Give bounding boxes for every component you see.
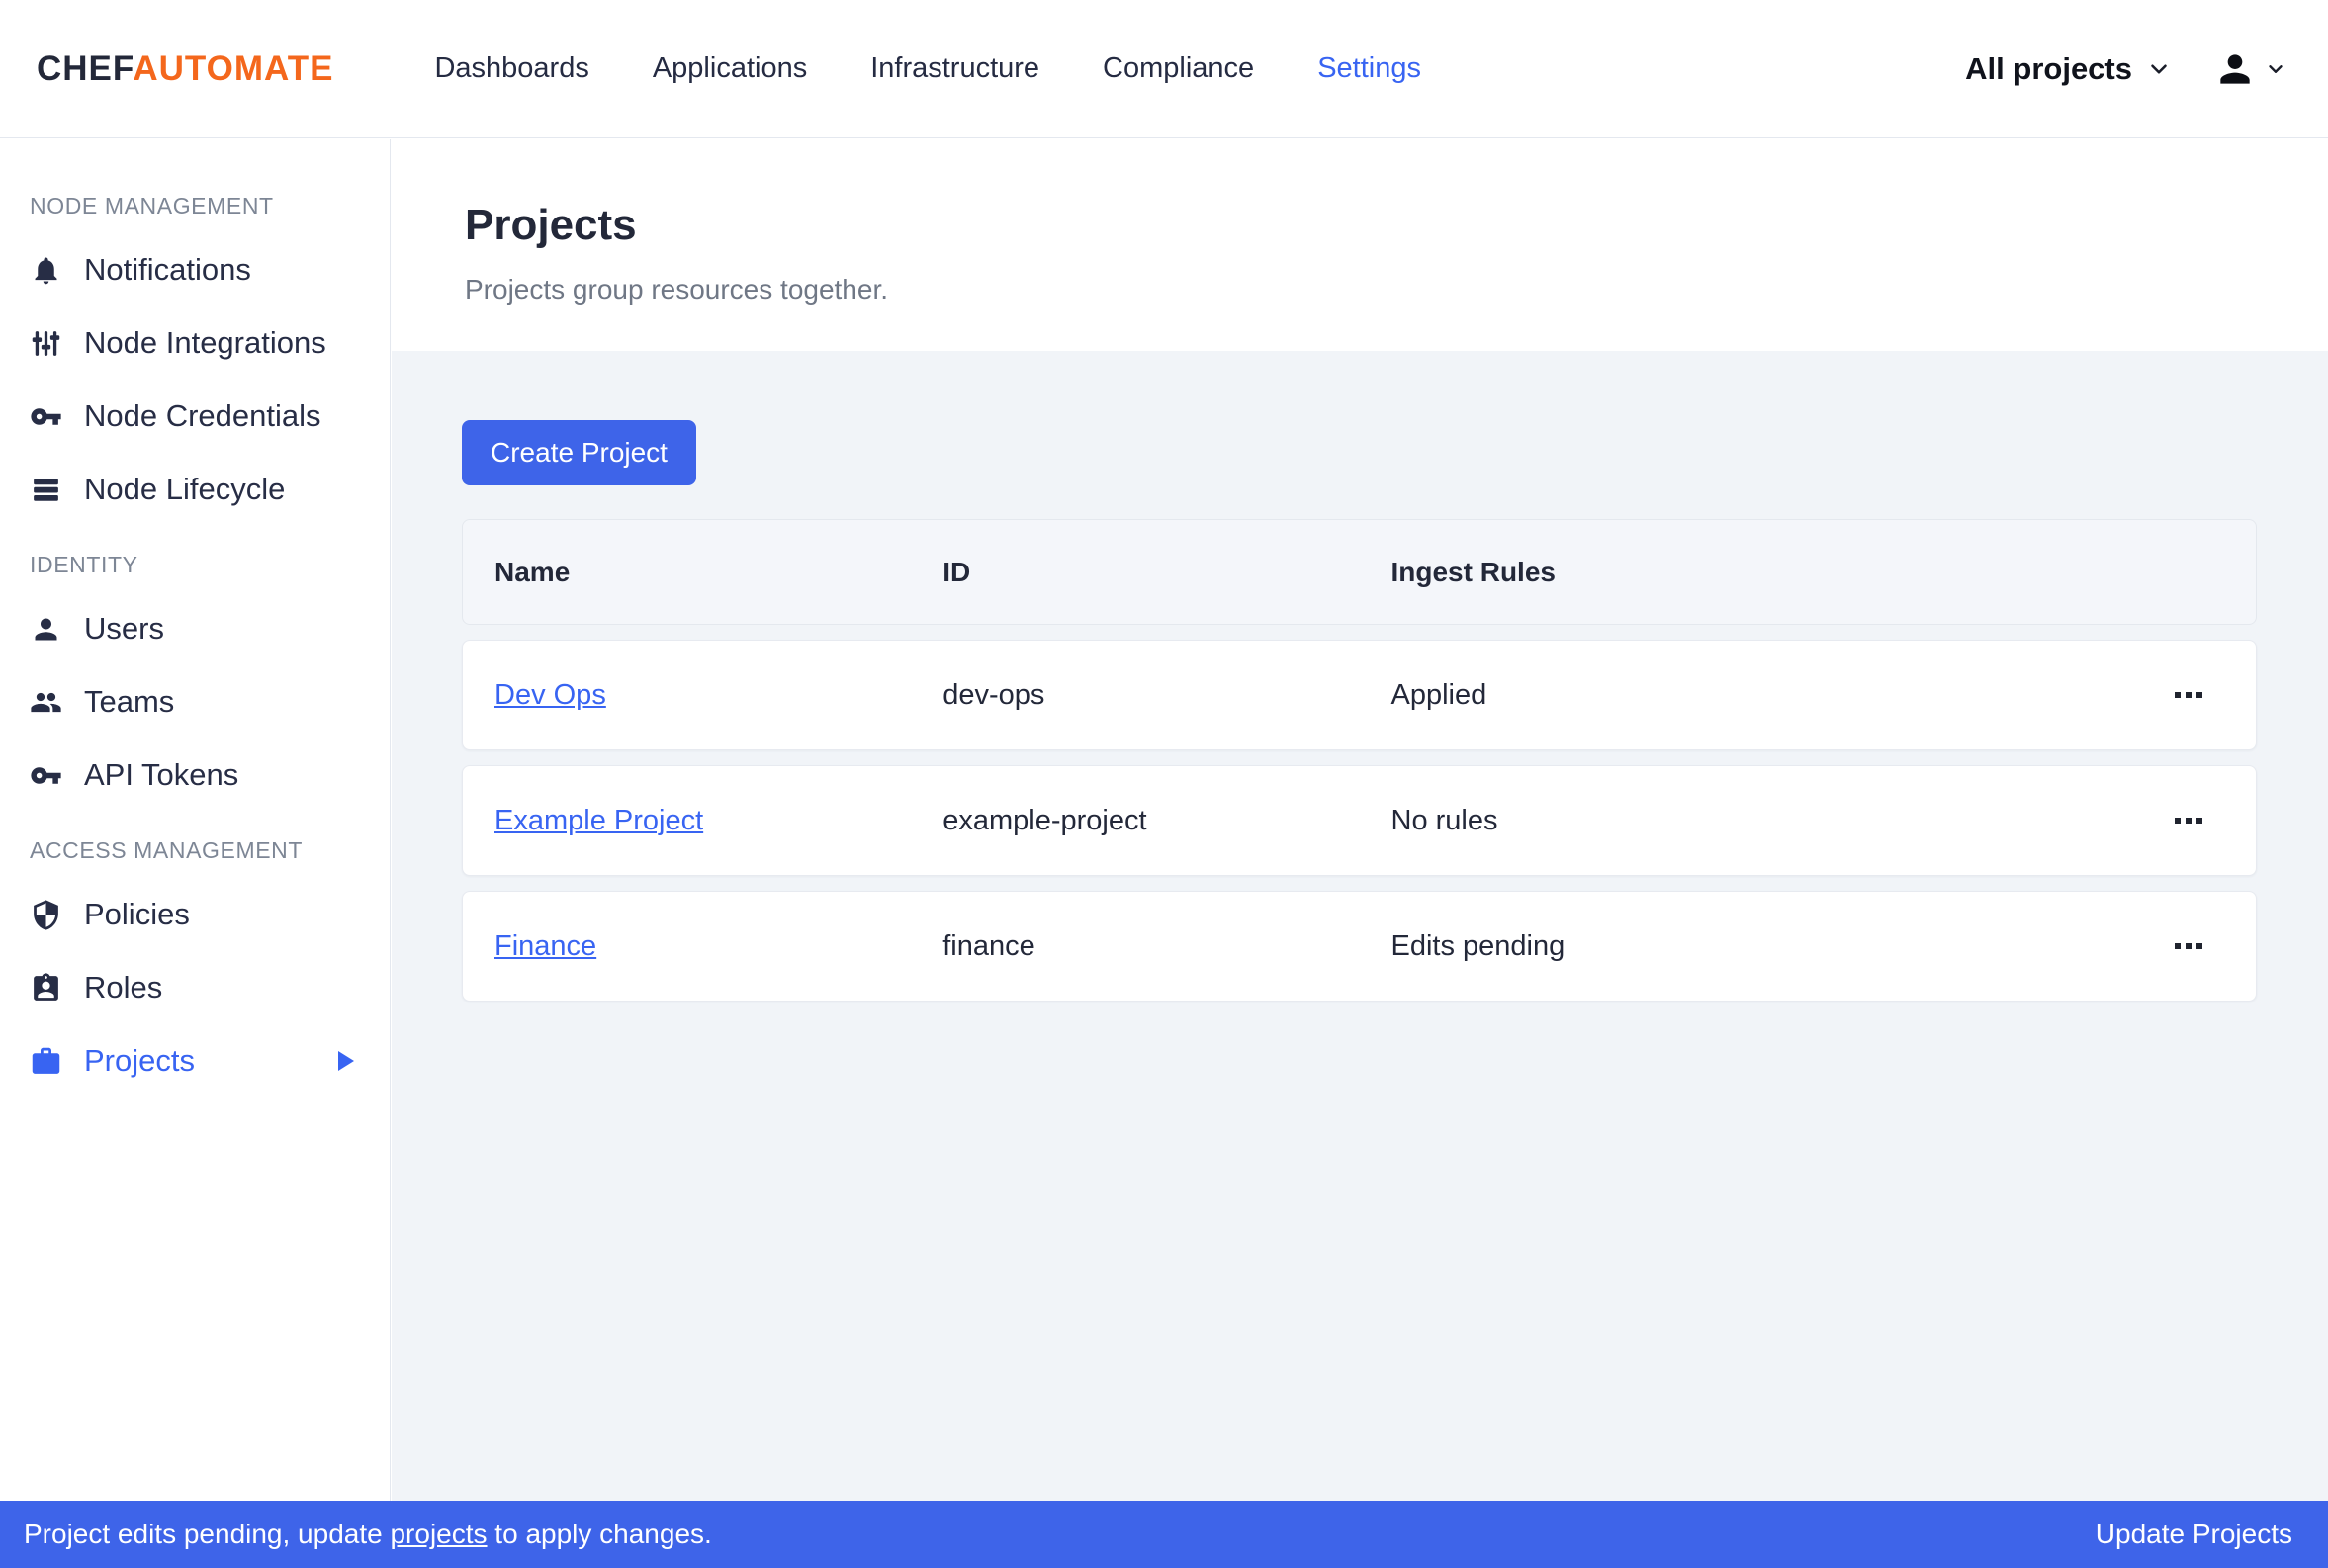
project-link[interactable]: Dev Ops [494, 679, 606, 711]
projects-table-header: Name ID Ingest Rules [462, 519, 2257, 625]
sidebar-item-label: Node Lifecycle [84, 472, 285, 507]
ingest-rules-cell: No rules [1360, 805, 2077, 837]
sidebar-item-node-credentials[interactable]: Node Credentials [0, 380, 390, 453]
sidebar-item-label: Node Integrations [84, 325, 326, 361]
sidebar-item-node-integrations[interactable]: Node Integrations [0, 306, 390, 380]
banner-message-suffix: to apply changes. [488, 1519, 712, 1549]
logo-automate-text: AUTOMATE [133, 49, 333, 88]
sidebar-item-label: Users [84, 611, 164, 647]
project-id-cell: finance [911, 930, 1359, 963]
sidebar-item-teams[interactable]: Teams [0, 665, 390, 739]
sidebar-item-label: Notifications [84, 252, 251, 288]
sidebar-section-access-management: ACCESS MANAGEMENT [30, 837, 390, 864]
sidebar-item-roles[interactable]: Roles [0, 951, 390, 1024]
project-link[interactable]: Finance [494, 930, 596, 962]
key-icon [30, 400, 62, 433]
chevron-down-icon [2146, 56, 2172, 82]
bell-icon [30, 254, 62, 287]
shield-icon [30, 899, 62, 931]
sidebar-item-label: Teams [84, 684, 174, 720]
projects-panel: Create Project Name ID Ingest Rules Dev … [392, 351, 2328, 1501]
triangle-right-icon[interactable] [338, 1051, 354, 1071]
user-menu[interactable] [2213, 47, 2286, 91]
sidebar-item-label: Roles [84, 970, 162, 1005]
page-header: Projects Projects group resources togeth… [392, 139, 2328, 351]
stack-icon [30, 474, 62, 506]
top-navigation: Dashboards Applications Infrastructure C… [434, 52, 1421, 85]
main-content: Projects Projects group resources togeth… [392, 139, 2328, 1501]
chevron-down-icon [2265, 58, 2286, 80]
logo-chef-text: CHEF [37, 49, 133, 88]
sidebar-item-notifications[interactable]: Notifications [0, 233, 390, 306]
update-projects-button[interactable]: Update Projects [2096, 1519, 2292, 1550]
project-id-cell: example-project [911, 805, 1359, 837]
project-name-cell: Example Project [463, 805, 911, 837]
person-icon [30, 613, 62, 646]
projects-filter-label: All projects [1965, 51, 2132, 87]
chef-automate-logo: CHEFAUTOMATE [37, 49, 333, 89]
nav-applications[interactable]: Applications [653, 52, 807, 85]
column-header-id: ID [911, 557, 1359, 588]
sidebar-item-node-lifecycle[interactable]: Node Lifecycle [0, 453, 390, 526]
sidebar-section-identity: IDENTITY [30, 552, 390, 578]
briefcase-icon [30, 1045, 62, 1078]
key-icon [30, 759, 62, 792]
sliders-icon [30, 327, 62, 360]
project-name-cell: Finance [463, 930, 911, 963]
pending-edits-banner: Project edits pending, update projects t… [0, 1501, 2328, 1568]
nav-settings[interactable]: Settings [1317, 52, 1421, 85]
create-project-button[interactable]: Create Project [462, 420, 696, 485]
user-avatar-icon [2213, 47, 2257, 91]
more-options-icon[interactable] [2167, 935, 2210, 957]
sidebar-item-policies[interactable]: Policies [0, 878, 390, 951]
sidebar-section-node-management: NODE MANAGEMENT [30, 193, 390, 219]
column-header-ingest-rules: Ingest Rules [1360, 557, 2077, 588]
nav-dashboards[interactable]: Dashboards [434, 52, 588, 85]
table-row: Dev Ops dev-ops Applied [462, 640, 2257, 750]
more-options-icon[interactable] [2167, 810, 2210, 831]
column-header-name: Name [463, 557, 911, 588]
project-name-cell: Dev Ops [463, 679, 911, 712]
sidebar-item-projects[interactable]: Projects [0, 1024, 390, 1097]
nav-infrastructure[interactable]: Infrastructure [870, 52, 1039, 85]
projects-filter-dropdown[interactable]: All projects [1965, 51, 2172, 87]
project-id-cell: dev-ops [911, 679, 1359, 712]
more-options-icon[interactable] [2167, 684, 2210, 706]
row-actions-cell [2077, 935, 2256, 957]
banner-message-prefix: Project edits pending, update [24, 1519, 390, 1549]
people-icon [30, 686, 62, 719]
nav-compliance[interactable]: Compliance [1103, 52, 1254, 85]
page-subtitle: Projects group resources together. [465, 274, 2257, 305]
sidebar-item-api-tokens[interactable]: API Tokens [0, 739, 390, 812]
sidebar-item-label: Policies [84, 897, 190, 932]
banner-message: Project edits pending, update projects t… [24, 1519, 712, 1550]
header-right-controls: All projects [1965, 47, 2286, 91]
sidebar-item-label: Node Credentials [84, 398, 321, 434]
ingest-rules-cell: Edits pending [1360, 930, 2077, 963]
page-title: Projects [465, 201, 2257, 250]
row-actions-cell [2077, 810, 2256, 831]
sidebar-item-label: API Tokens [84, 757, 238, 793]
table-row: Finance finance Edits pending [462, 891, 2257, 1002]
project-link[interactable]: Example Project [494, 805, 703, 836]
settings-sidebar: NODE MANAGEMENT Notifications Node Integ… [0, 139, 391, 1501]
app-header: CHEFAUTOMATE Dashboards Applications Inf… [0, 0, 2328, 138]
row-actions-cell [2077, 684, 2256, 706]
badge-icon [30, 972, 62, 1004]
sidebar-item-users[interactable]: Users [0, 592, 390, 665]
table-row: Example Project example-project No rules [462, 765, 2257, 876]
banner-projects-link[interactable]: projects [390, 1519, 487, 1549]
sidebar-item-label: Projects [84, 1043, 195, 1079]
ingest-rules-cell: Applied [1360, 679, 2077, 712]
